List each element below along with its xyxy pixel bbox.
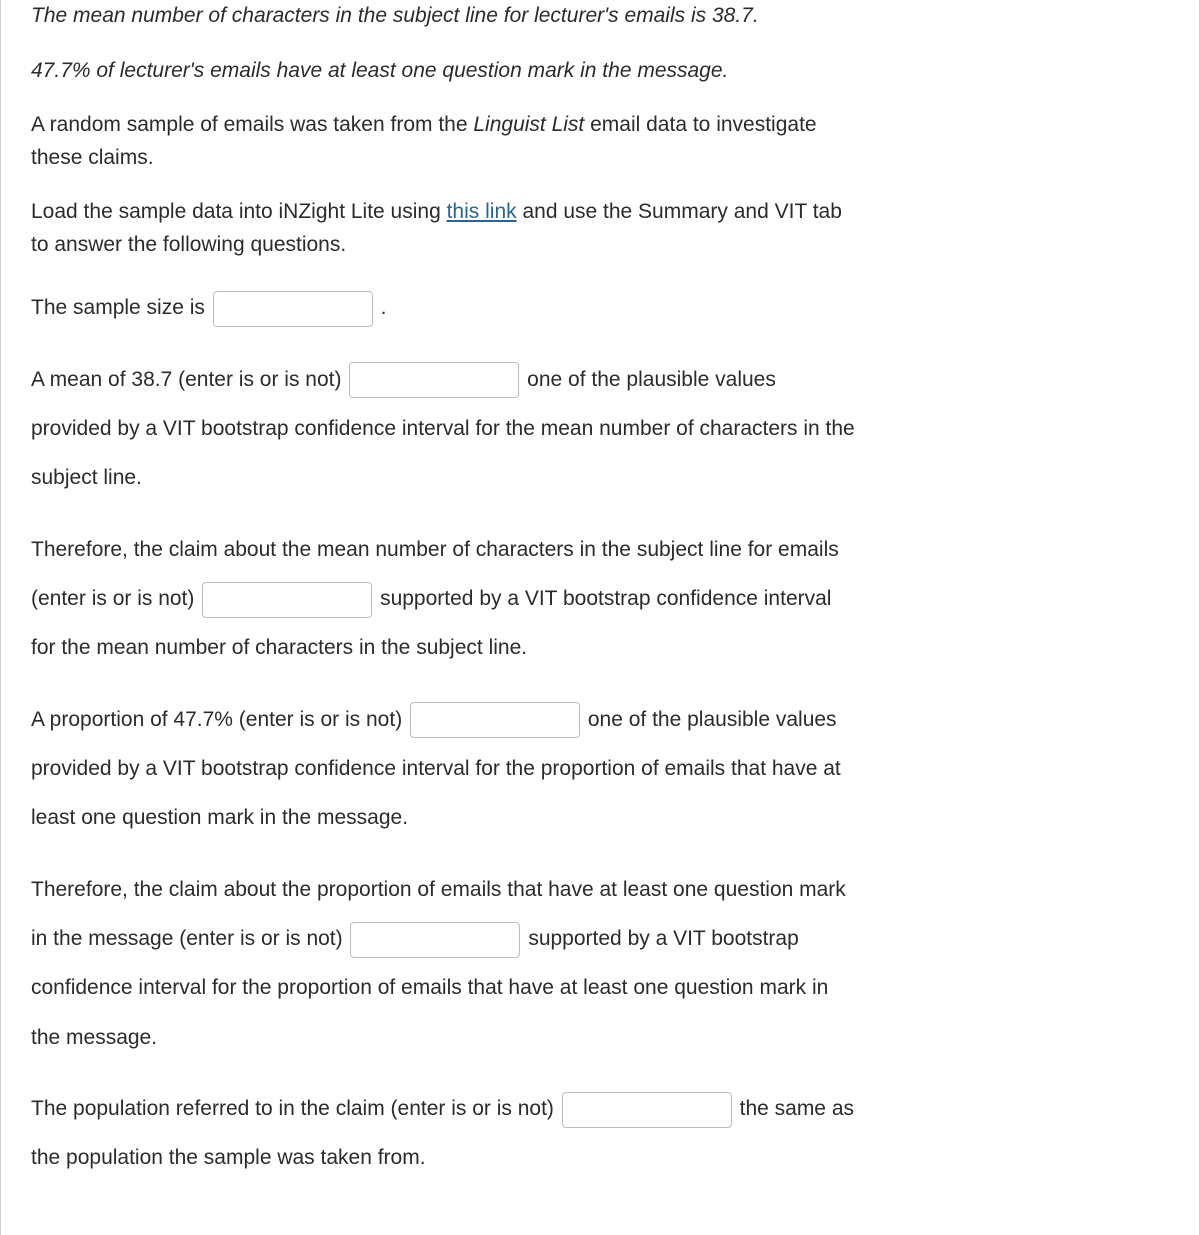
q6-population: The population referred to in the claim … bbox=[31, 1084, 856, 1183]
claim-line-1: The mean number of characters in the sub… bbox=[31, 0, 856, 33]
sample-intro-b: Linguist List bbox=[473, 113, 584, 136]
load-instructions: Load the sample data into iNZight Lite u… bbox=[31, 196, 856, 261]
question-content: The mean number of characters in the sub… bbox=[31, 0, 856, 1183]
q3-mean-claim: Therefore, the claim about the mean numb… bbox=[31, 525, 856, 673]
q4-pre: A proportion of 47.7% (enter is or is no… bbox=[31, 708, 408, 731]
sample-size-input[interactable] bbox=[213, 291, 373, 327]
mean-claim-is-isnot-input[interactable] bbox=[202, 582, 372, 618]
claim-line-2: 47.7% of lecturer's emails have at least… bbox=[31, 55, 856, 88]
sample-intro-a: A random sample of emails was taken from… bbox=[31, 113, 473, 136]
q2-pre: A mean of 38.7 (enter is or is not) bbox=[31, 368, 347, 391]
q5-prop-claim: Therefore, the claim about the proportio… bbox=[31, 865, 856, 1062]
prop-is-isnot-input[interactable] bbox=[410, 702, 580, 738]
q1-pre: The sample size is bbox=[31, 296, 211, 319]
load-pre: Load the sample data into iNZight Lite u… bbox=[31, 200, 447, 223]
sample-intro: A random sample of emails was taken from… bbox=[31, 109, 856, 174]
prop-claim-is-isnot-input[interactable] bbox=[350, 922, 520, 958]
population-is-isnot-input[interactable] bbox=[562, 1092, 732, 1128]
q4-prop-plausible: A proportion of 47.7% (enter is or is no… bbox=[31, 695, 856, 843]
q6-pre: The population referred to in the claim … bbox=[31, 1097, 560, 1120]
question-page: The mean number of characters in the sub… bbox=[0, 0, 1200, 1235]
q1-sample-size: The sample size is . bbox=[31, 283, 856, 332]
inzight-link[interactable]: this link bbox=[447, 200, 517, 223]
mean-is-isnot-input[interactable] bbox=[349, 362, 519, 398]
q1-post: . bbox=[381, 296, 387, 319]
q2-mean-plausible: A mean of 38.7 (enter is or is not) one … bbox=[31, 355, 856, 503]
